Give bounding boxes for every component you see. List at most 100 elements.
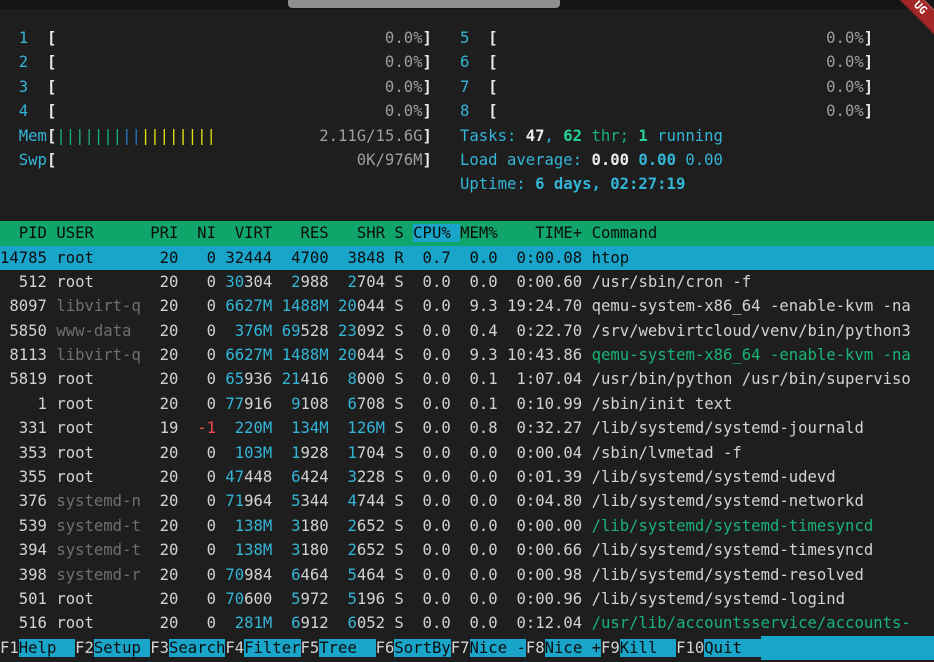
process-row-331[interactable]: 331 root 19 -1 220M 134M 126M S 0.0 0.8 … xyxy=(0,416,934,440)
column-header-time[interactable]: TIME+ xyxy=(507,224,592,242)
process-pid: 539 xyxy=(0,517,56,535)
process-user: root xyxy=(56,370,150,388)
process-shr: 4 xyxy=(347,492,356,510)
process-command: /sbin/init text xyxy=(592,395,733,413)
process-shr: 5 xyxy=(347,566,356,584)
titlebar-pill[interactable] xyxy=(288,0,560,8)
fkey-f8-nice[interactable]: F8Nice + xyxy=(526,636,601,660)
process-ni: 0 xyxy=(188,541,226,559)
process-state: R xyxy=(394,249,413,267)
process-row-398[interactable]: 398 systemd-r 20 0 70984 6464 5464 S 0.0… xyxy=(0,563,934,587)
process-shr: 3 xyxy=(347,249,356,267)
process-time: 0:00.00 xyxy=(507,517,592,535)
process-row-539[interactable]: 539 systemd-t 20 0 138M 3180 2652 S 0.0 … xyxy=(0,514,934,538)
spacer-row xyxy=(0,197,934,221)
process-virt: 77 xyxy=(225,395,244,413)
process-shr: 6 xyxy=(347,395,356,413)
process-row-355[interactable]: 355 root 20 0 47448 6424 3228 S 0.0 0.0 … xyxy=(0,465,934,489)
process-mem: 9.3 xyxy=(460,297,507,315)
process-row-394[interactable]: 394 systemd-t 20 0 138M 3180 2652 S 0.0 … xyxy=(0,538,934,562)
process-row-8113[interactable]: 8113 libvirt-q 20 0 6627M 1488M 20044 S … xyxy=(0,343,934,367)
process-row-14785[interactable]: 14785 root 20 0 32444 4700 3848 R 0.7 0.… xyxy=(0,246,934,270)
process-row-353[interactable]: 353 root 20 0 103M 1928 1704 S 0.0 0.0 0… xyxy=(0,441,934,465)
column-header-res[interactable]: RES xyxy=(282,224,338,242)
column-header-pri[interactable]: PRI xyxy=(150,224,188,242)
process-command: /lib/systemd/systemd-journald xyxy=(592,419,864,437)
process-shr: 20 xyxy=(338,297,357,315)
cpu-meter-value: 0.0% xyxy=(56,29,422,47)
process-user: root xyxy=(56,468,150,486)
cpu-meter-value: 0.0% xyxy=(56,102,422,120)
table-header: PID USER PRI NI VIRT RES SHR S CPU% MEM%… xyxy=(0,221,934,245)
process-user: systemd-t xyxy=(56,541,150,559)
process-pri: 20 xyxy=(150,444,188,462)
process-row-516[interactable]: 516 root 20 0 281M 6912 6052 S 0.0 0.0 0… xyxy=(0,611,934,635)
process-user: root xyxy=(56,590,150,608)
mem-bar-blue: || xyxy=(122,127,141,145)
process-row-5819[interactable]: 5819 root 20 0 65936 21416 8000 S 0.0 0.… xyxy=(0,367,934,391)
process-command: /usr/bin/python /usr/bin/superviso xyxy=(592,370,911,388)
process-cpu: 0.0 xyxy=(413,273,460,291)
fkey-f10-quit[interactable]: F10Quit xyxy=(676,636,761,660)
threads-suffix: thr; xyxy=(582,127,638,145)
process-state: S xyxy=(394,492,413,510)
fkey-number: F5 xyxy=(301,639,320,657)
fkey-f5-tree[interactable]: F5Tree xyxy=(301,636,376,660)
column-header-shr[interactable]: SHR xyxy=(338,224,394,242)
process-ni: 0 xyxy=(188,273,226,291)
fkey-f3-search[interactable]: F3Search xyxy=(150,636,225,660)
process-command: /lib/systemd/systemd-timesyncd xyxy=(592,541,874,559)
process-row-376[interactable]: 376 systemd-n 20 0 71964 5344 4744 S 0.0… xyxy=(0,489,934,513)
column-header-command[interactable]: Command xyxy=(592,224,658,242)
meter-close-bracket: ] xyxy=(864,78,873,96)
fkey-f6-sortby[interactable]: F6SortBy xyxy=(376,636,451,660)
fkey-f4-filter[interactable]: F4Filter xyxy=(225,636,300,660)
meter-open-bracket: [ xyxy=(47,127,56,145)
process-virt: 103M xyxy=(225,444,272,462)
process-row-1[interactable]: 1 root 20 0 77916 9108 6708 S 0.0 0.1 0:… xyxy=(0,392,934,416)
fkey-number: F4 xyxy=(225,639,244,657)
right-column: 7 [ 0.0%] xyxy=(460,75,873,99)
fkey-f7-nice[interactable]: F7Nice - xyxy=(451,636,526,660)
terminal[interactable]: 1 [ 0.0%]5 [ 0.0%] 2 [ 0.0%]6 [ 0.0%] 3 … xyxy=(0,26,934,660)
process-state: S xyxy=(394,346,413,364)
column-header-virt[interactable]: VIRT xyxy=(225,224,281,242)
process-mem: 0.0 xyxy=(460,444,507,462)
top-strip xyxy=(0,0,934,9)
fkey-number: F10 xyxy=(676,639,704,657)
process-row-5850[interactable]: 5850 www-data 20 0 376M 69528 23092 S 0.… xyxy=(0,319,934,343)
column-header-ni[interactable]: NI xyxy=(188,224,226,242)
fkey-f1-help[interactable]: F1Help xyxy=(0,636,75,660)
process-pid: 516 xyxy=(0,614,56,632)
process-shr: 2 xyxy=(347,517,356,535)
process-time: 0:00.04 xyxy=(507,444,592,462)
process-state: S xyxy=(394,395,413,413)
column-header-s[interactable]: S xyxy=(394,224,413,242)
process-row-512[interactable]: 512 root 20 0 30304 2988 2704 S 0.0 0.0 … xyxy=(0,270,934,294)
process-res: 69 xyxy=(282,322,301,340)
fkey-f2-setup[interactable]: F2Setup xyxy=(75,636,150,660)
process-time: 0:00.96 xyxy=(507,590,592,608)
fkey-f9-kill[interactable]: F9Kill xyxy=(601,636,676,660)
column-header-mem[interactable]: MEM% xyxy=(460,224,507,242)
process-mem: 0.1 xyxy=(460,370,507,388)
load-average: Load average: 0.00 0.00 0.00 xyxy=(460,148,723,172)
process-row-501[interactable]: 501 root 20 0 70600 5972 5196 S 0.0 0.0 … xyxy=(0,587,934,611)
process-mem: 0.1 xyxy=(460,395,507,413)
column-header-pid[interactable]: PID xyxy=(0,224,56,242)
process-row-8097[interactable]: 8097 libvirt-q 20 0 6627M 1488M 20044 S … xyxy=(0,294,934,318)
meter-row-1: 1 [ 0.0%]5 [ 0.0%] xyxy=(0,26,934,50)
column-header-user[interactable]: USER xyxy=(56,224,150,242)
cpu-meter-value: 0.0% xyxy=(56,78,422,96)
process-user: root xyxy=(56,614,150,632)
load-15min: 0.00 xyxy=(685,151,723,169)
tasks-label: Tasks: xyxy=(460,127,526,145)
column-header-cpu[interactable]: CPU% xyxy=(413,224,460,242)
process-cpu: 0.0 xyxy=(413,370,460,388)
process-state: S xyxy=(394,273,413,291)
meter-row-4: 4 [ 0.0%]8 [ 0.0%] xyxy=(0,99,934,123)
fkey-number: F7 xyxy=(451,639,470,657)
right-column: 6 [ 0.0%] xyxy=(460,50,873,74)
process-time: 0:22.70 xyxy=(507,322,592,340)
process-time: 10:43.86 xyxy=(507,346,592,364)
